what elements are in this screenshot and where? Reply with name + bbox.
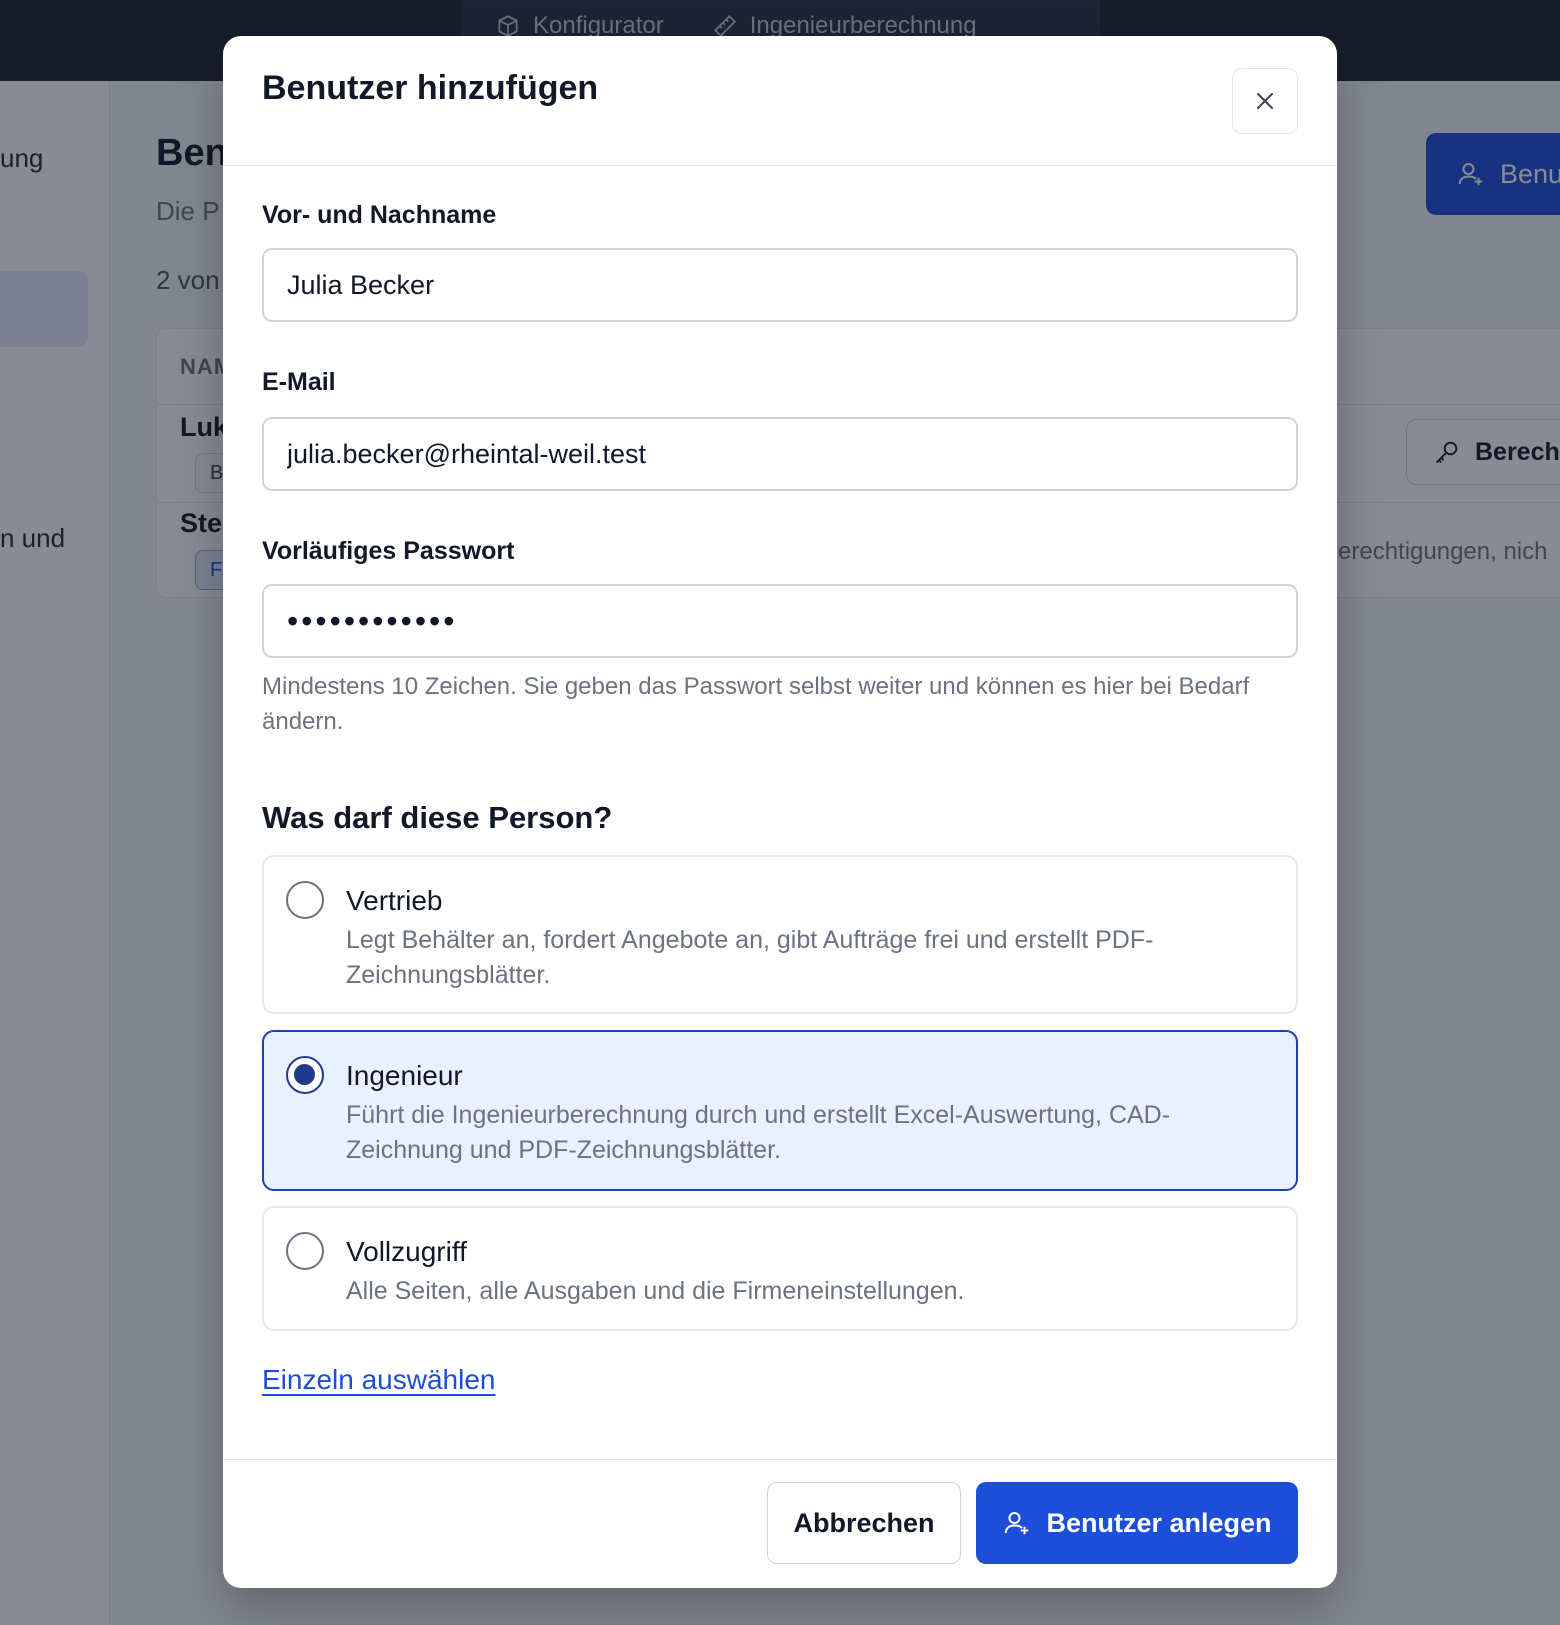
close-button[interactable] [1232,68,1298,134]
role-title: Vollzugriff [346,1236,467,1267]
role-description: Alle Seiten, alle Ausgaben und die Firme… [346,1277,965,1305]
role-option-ingenieur[interactable]: Ingenieur Führt die Ingenieurberechnung … [262,1030,1298,1191]
email-input[interactable] [262,417,1298,491]
password-label: Vorläufiges Passwort [262,537,515,565]
radio-button[interactable] [286,881,324,919]
role-description: Führt die Ingenieurberechnung durch und … [346,1101,1171,1164]
create-user-button[interactable]: Benutzer anlegen [976,1482,1298,1564]
user-plus-icon [1005,1512,1029,1535]
role-option-vertrieb[interactable]: Vertrieb Legt Behälter an, fordert Angeb… [262,855,1298,1014]
role-description: Legt Behälter an, fordert Angebote an, g… [346,926,1154,989]
password-help-text: Mindestens 10 Zeichen. Sie geben das Pas… [262,673,1250,735]
name-input[interactable] [262,248,1298,322]
roles-section-title: Was darf diese Person? [262,800,613,835]
select-individually-link[interactable]: Einzeln auswählen [262,1364,496,1396]
close-icon [1257,93,1273,109]
dialog-title: Benutzer hinzufügen [262,69,599,107]
radio-dot [294,1064,315,1085]
add-user-dialog: Benutzer hinzufügen Vor- und Nachname E-… [223,36,1337,1588]
role-title: Ingenieur [346,1060,463,1091]
role-option-vollzugriff[interactable]: Vollzugriff Alle Seiten, alle Ausgaben u… [262,1206,1298,1331]
name-label: Vor- und Nachname [262,201,497,229]
cancel-button[interactable]: Abbrechen [767,1482,961,1564]
create-user-button-label: Benutzer anlegen [1046,1507,1272,1538]
password-input[interactable] [262,584,1298,658]
radio-button[interactable] [286,1232,324,1270]
radio-button-selected[interactable] [286,1056,324,1094]
role-title: Vertrieb [346,885,443,916]
dialog-header: Benutzer hinzufügen [223,36,1337,166]
email-label: E-Mail [262,368,336,396]
